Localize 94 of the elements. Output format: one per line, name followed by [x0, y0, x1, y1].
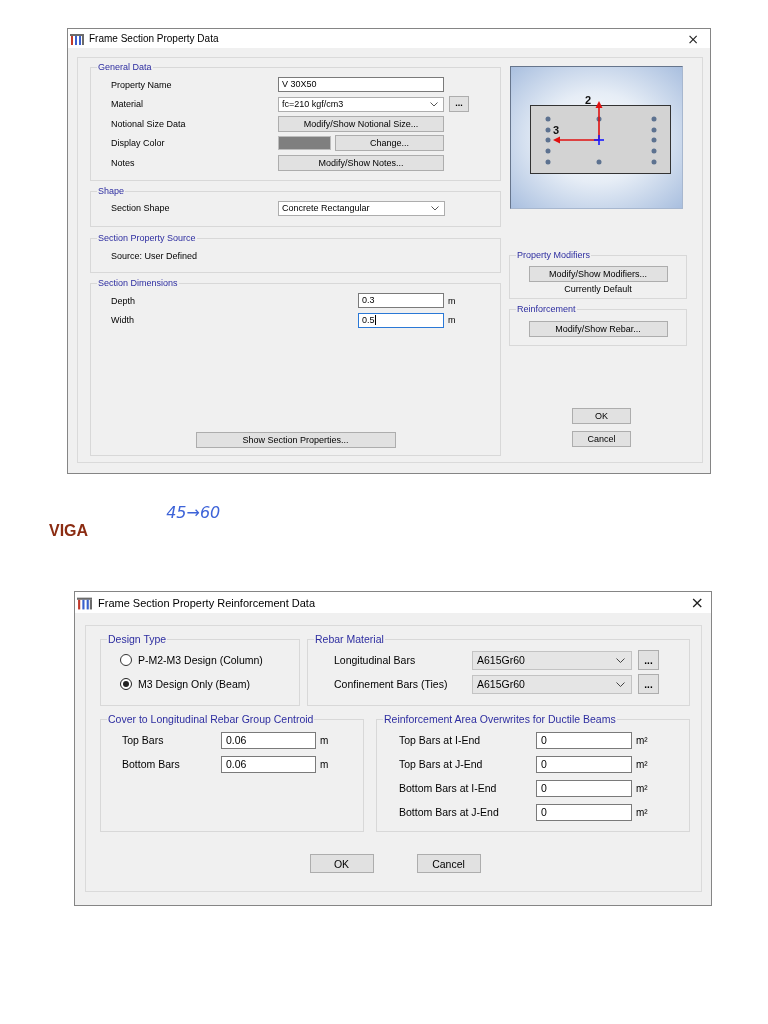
dialog-button[interactable]: Cancel	[416, 854, 481, 873]
group-title: Section Property Source	[97, 233, 197, 244]
text-field[interactable]: 0	[536, 731, 632, 749]
unit-label: m	[320, 758, 330, 770]
handwritten-note: 45→60	[166, 502, 221, 524]
dialog-button[interactable]: OK	[309, 854, 374, 873]
browse-button[interactable]: ...	[638, 650, 659, 670]
dropdown[interactable]: Concrete Rectangular	[278, 200, 445, 216]
dropdown[interactable]: fc=210 kgf/cm3	[278, 96, 444, 112]
rebar-dot	[651, 159, 657, 165]
rebar-dot	[651, 148, 657, 154]
dropdown[interactable]: A615Gr60	[472, 674, 632, 694]
dropdown[interactable]: A615Gr60	[472, 650, 632, 670]
group-title: Section Dimensions	[97, 278, 179, 289]
rebar-dot	[545, 148, 551, 154]
group-title: Rebar Material	[314, 633, 385, 646]
field-label: Top Bars at J-End	[399, 758, 484, 770]
rebar-dot	[545, 127, 551, 133]
unit-label: m	[448, 295, 457, 306]
status-text: Currently Default	[564, 283, 632, 295]
rebar-dot	[545, 159, 551, 165]
text-field[interactable]: 0.5	[358, 312, 444, 328]
change-color-button[interactable]: Change...	[335, 135, 444, 152]
rebar-button[interactable]: Modify/Show Rebar...	[528, 321, 668, 337]
group-title: General Data	[97, 62, 153, 73]
rebar-dot	[545, 116, 551, 122]
radio-label: P-M2-M3 Design (Column)	[138, 654, 263, 666]
rebar-dot	[651, 137, 657, 143]
show-properties-button[interactable]: Show Section Properties...	[195, 432, 396, 448]
text-field[interactable]: 0.06	[221, 755, 316, 773]
chevron-down-icon	[431, 205, 439, 211]
modifiers-button[interactable]: Modify/Show Modifiers...	[528, 266, 668, 282]
rebar-dot	[596, 159, 602, 165]
chevron-down-icon	[430, 101, 438, 107]
text-field[interactable]: 0	[536, 755, 632, 773]
dialog-button[interactable]: Cancel	[572, 431, 631, 447]
chevron-down-icon	[616, 657, 625, 663]
field-label: Top Bars	[122, 734, 165, 746]
action-button[interactable]: Modify/Show Notes...	[278, 154, 444, 171]
radio-button[interactable]	[120, 654, 132, 666]
unit-label: m²	[636, 734, 649, 746]
unit-label: m	[448, 315, 457, 326]
caption-text: VIGA	[49, 522, 89, 540]
color-swatch-icon[interactable]	[278, 136, 331, 151]
axis-label: 2	[585, 94, 592, 106]
group-title: Reinforcement Area Overwrites for Ductile Beams	[383, 713, 617, 726]
browse-button[interactable]: ...	[638, 674, 659, 694]
field-label: Notes	[111, 157, 136, 168]
field-label: Bottom Bars at J-End	[399, 806, 500, 818]
dialog-button[interactable]: OK	[572, 408, 631, 424]
field-label: Display Color	[111, 138, 166, 149]
field-label: Material	[111, 99, 144, 110]
close-button[interactable]: ×	[690, 594, 704, 611]
text-field[interactable]: 0	[536, 803, 632, 821]
text-field[interactable]: 0.06	[221, 731, 316, 749]
browse-button[interactable]: ...	[449, 96, 469, 113]
close-button[interactable]: ×	[687, 31, 699, 46]
rebar-dot	[651, 116, 657, 122]
radio-label: M3 Design Only (Beam)	[138, 678, 251, 690]
text-field[interactable]: 0	[536, 779, 632, 797]
field-label: Longitudinal Bars	[334, 654, 417, 666]
group-title: Reinforcement	[516, 304, 577, 315]
frame-structure-icon	[70, 32, 84, 45]
field-label: Top Bars at I-End	[399, 734, 482, 746]
field-label: Property Name	[111, 79, 173, 90]
unit-label: m²	[636, 758, 649, 770]
group-title: Property Modifiers	[516, 250, 592, 261]
window-title: Frame Section Property Data	[89, 33, 219, 44]
field-label: Confinement Bars (Ties)	[334, 678, 449, 690]
unit-label: m²	[636, 806, 649, 818]
group-title: Shape	[97, 185, 126, 197]
rebar-dot	[596, 116, 602, 122]
field-label: Section Shape	[111, 203, 171, 214]
field-label: Depth	[111, 295, 137, 306]
window-title: Frame Section Property Reinforcement Data	[98, 596, 316, 609]
rebar-dot	[545, 137, 551, 143]
action-button[interactable]: Modify/Show Notional Size...	[278, 115, 444, 132]
origin-cross-icon	[593, 134, 605, 146]
axis-label: 3	[553, 124, 560, 136]
group-title: Cover to Longitudinal Rebar Group Centroid	[107, 713, 315, 726]
text-field[interactable]: V 30X50	[278, 77, 444, 93]
field-label: Bottom Bars at I-End	[399, 782, 498, 794]
field-label: Notional Size Data	[111, 118, 187, 129]
frame-structure-icon	[77, 595, 92, 610]
field-label: Bottom Bars	[122, 758, 181, 770]
unit-label: m	[320, 734, 330, 746]
radio-button[interactable]	[120, 678, 132, 690]
source-text: Source: User Defined	[111, 251, 198, 261]
unit-label: m²	[636, 782, 649, 794]
text-field[interactable]: 0.3	[358, 293, 444, 309]
rebar-dot	[651, 127, 657, 133]
group-title: Design Type	[107, 633, 168, 646]
chevron-down-icon	[616, 681, 625, 687]
field-label: Width	[111, 315, 135, 326]
